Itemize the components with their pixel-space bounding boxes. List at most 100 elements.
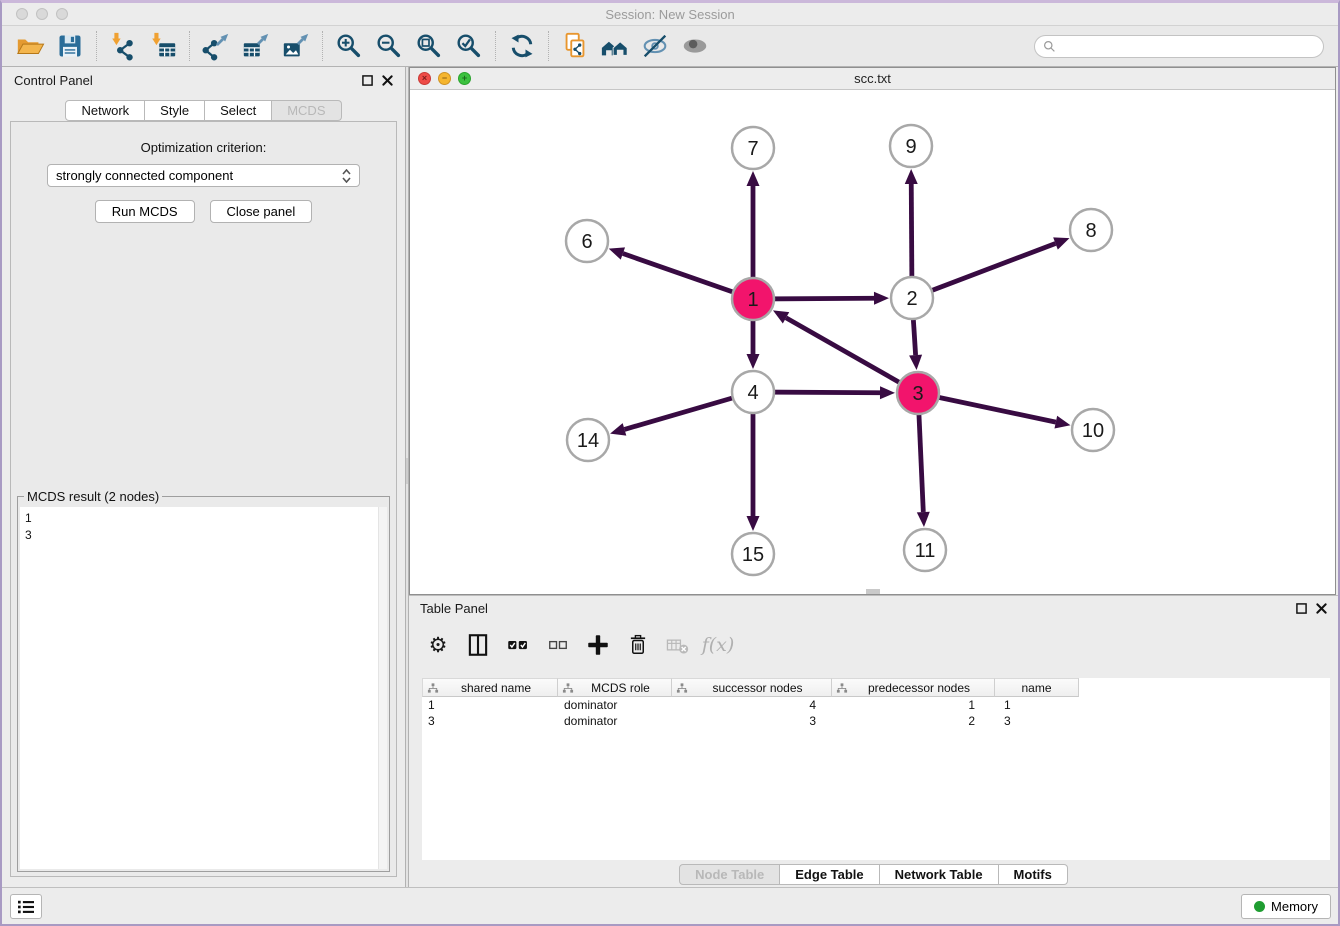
result-scrollbar[interactable] [378, 507, 387, 869]
maximize-window-button[interactable] [56, 8, 68, 20]
delete-row-trash-icon[interactable] [623, 630, 653, 660]
node-table[interactable]: shared name MCDS rolesuccessor nodes prede… [422, 678, 1330, 860]
search-icon [1043, 40, 1056, 53]
export-image-icon[interactable] [276, 28, 316, 64]
table-cell[interactable]: 3 [422, 714, 558, 728]
memory-status-icon [1254, 901, 1265, 912]
tab-network-table[interactable]: Network Table [880, 864, 999, 885]
graph-node-label: 3 [912, 383, 923, 405]
column-chooser-icon[interactable] [463, 630, 493, 660]
show-graphics-eye-icon[interactable] [675, 28, 715, 64]
column-type-icon [676, 682, 688, 694]
memory-label: Memory [1271, 899, 1318, 914]
zoom-in-icon[interactable] [329, 28, 369, 64]
tab-style[interactable]: Style [145, 100, 205, 121]
table-row[interactable]: 1dominator411 [422, 697, 1330, 713]
column-header-shared-name[interactable]: shared name [422, 678, 558, 697]
tab-network[interactable]: Network [65, 100, 145, 121]
graph-node-label: 2 [906, 288, 917, 310]
table-cell[interactable]: dominator [558, 698, 672, 712]
table-cell[interactable]: 1 [422, 698, 558, 712]
copy-network-icon[interactable] [555, 28, 595, 64]
column-header-successor-nodes[interactable]: successor nodes [672, 678, 832, 697]
criterion-select[interactable]: strongly connected component [47, 164, 360, 187]
graph-node-label: 10 [1082, 420, 1104, 442]
mcds-result-text[interactable]: 1 3 [20, 507, 387, 869]
tab-mcds[interactable]: MCDS [272, 100, 341, 121]
network-graph[interactable]: 7968124314101511 [410, 90, 1339, 594]
graph-edge-arrowhead [1054, 416, 1070, 429]
save-session-icon[interactable] [50, 28, 90, 64]
graph-edge-arrowhead [610, 423, 626, 435]
open-session-icon[interactable] [10, 28, 50, 64]
zoom-selected-icon[interactable] [449, 28, 489, 64]
control-panel-title: Control Panel [14, 73, 93, 88]
search-input[interactable] [1061, 39, 1315, 53]
graph-edge-2-8[interactable] [912, 243, 1055, 298]
table-toolbar: ⚙ [423, 628, 733, 662]
float-table-panel-icon[interactable] [1296, 603, 1307, 614]
close-panel-button[interactable]: Close panel [210, 200, 313, 223]
import-table-icon[interactable] [143, 28, 183, 64]
table-body: 1dominator4113dominator323 [422, 697, 1330, 729]
toolbar-separator [189, 31, 190, 61]
tab-select[interactable]: Select [205, 100, 272, 121]
network-resize-grip[interactable] [866, 589, 880, 594]
close-panel-icon[interactable] [382, 75, 393, 86]
network-view-window: × − + scc.txt 7968124314101511 [409, 67, 1336, 595]
column-label: predecessor nodes [848, 681, 990, 695]
column-header-predecessor-nodes[interactable]: predecessor nodes [832, 678, 995, 697]
column-label: shared name [439, 681, 553, 695]
network-window-titlebar[interactable]: × − + scc.txt [410, 68, 1335, 90]
tab-edge-table[interactable]: Edge Table [780, 864, 879, 885]
table-cell[interactable]: 2 [832, 714, 995, 728]
memory-button[interactable]: Memory [1241, 894, 1331, 919]
float-panel-icon[interactable] [362, 75, 373, 86]
graph-edge-arrowhead [909, 355, 922, 370]
close-table-panel-icon[interactable] [1316, 603, 1327, 614]
zoom-fit-icon[interactable] [409, 28, 449, 64]
close-view-button[interactable]: × [418, 72, 431, 85]
add-row-plus-icon[interactable] [583, 630, 613, 660]
table-cell[interactable]: 1 [995, 698, 1079, 712]
run-mcds-button[interactable]: Run MCDS [95, 200, 195, 223]
hide-graphics-eye-slash-icon[interactable] [635, 28, 675, 64]
export-table-icon[interactable] [236, 28, 276, 64]
maximize-view-button[interactable]: + [458, 72, 471, 85]
table-cell[interactable]: 1 [832, 698, 995, 712]
home-view-icon[interactable] [595, 28, 635, 64]
column-header-name[interactable]: name [995, 678, 1079, 697]
graph-edge-arrowhead [880, 386, 895, 399]
graph-edge-3-1[interactable] [786, 318, 918, 393]
control-panel: Control Panel NetworkStyleSelectMCDS Opt… [2, 67, 405, 887]
task-history-button[interactable] [10, 894, 42, 919]
minimize-window-button[interactable] [36, 8, 48, 20]
graph-edge-arrowhead [917, 512, 930, 527]
tab-node-table[interactable]: Node Table [679, 864, 780, 885]
search-field[interactable] [1034, 35, 1324, 58]
import-network-icon[interactable] [103, 28, 143, 64]
deselect-all-icon[interactable] [543, 630, 573, 660]
table-cell[interactable]: 4 [672, 698, 832, 712]
main-toolbar [2, 26, 1338, 67]
table-row[interactable]: 3dominator323 [422, 713, 1330, 729]
table-panel: Table Panel ⚙ [409, 595, 1338, 887]
table-cell[interactable]: 3 [672, 714, 832, 728]
graph-edge-arrowhead [747, 516, 760, 531]
table-panel-title: Table Panel [420, 601, 488, 616]
network-canvas[interactable]: 7968124314101511 [410, 90, 1335, 594]
close-window-button[interactable] [16, 8, 28, 20]
minimize-view-button[interactable]: − [438, 72, 451, 85]
divider-grip[interactable] [406, 458, 408, 484]
network-view-title: scc.txt [854, 71, 891, 86]
table-cell[interactable]: 3 [995, 714, 1079, 728]
table-cell[interactable]: dominator [558, 714, 672, 728]
tab-motifs[interactable]: Motifs [999, 864, 1068, 885]
refresh-view-icon[interactable] [502, 28, 542, 64]
window-titlebar: Session: New Session [2, 3, 1338, 26]
export-network-icon[interactable] [196, 28, 236, 64]
table-settings-gear-icon[interactable]: ⚙ [423, 630, 453, 660]
select-all-icon[interactable] [503, 630, 533, 660]
zoom-out-icon[interactable] [369, 28, 409, 64]
column-header-mcds-role[interactable]: MCDS role [558, 678, 672, 697]
